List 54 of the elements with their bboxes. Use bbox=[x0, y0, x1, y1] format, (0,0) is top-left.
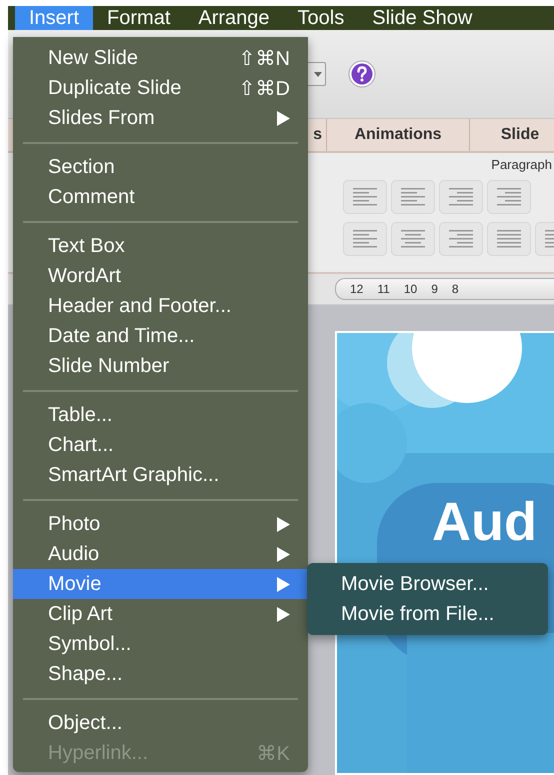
menu-bar-item[interactable]: Format bbox=[93, 6, 184, 30]
align-center-button[interactable] bbox=[391, 222, 435, 256]
menu-item[interactable]: Movie bbox=[13, 569, 308, 599]
indent-button[interactable] bbox=[487, 180, 531, 214]
help-icon[interactable] bbox=[348, 60, 376, 88]
align-icon bbox=[496, 229, 522, 249]
ruler-number: 12 bbox=[350, 282, 364, 296]
menu-item[interactable]: Symbol... bbox=[13, 629, 308, 659]
ruler-number: 11 bbox=[377, 282, 390, 296]
align-icon bbox=[448, 187, 474, 207]
align-icon bbox=[352, 187, 378, 207]
menu-item[interactable]: Header and Footer... bbox=[13, 291, 308, 321]
menu-bar-item[interactable]: Arrange bbox=[184, 6, 284, 30]
ruler-number: 8 bbox=[452, 282, 459, 296]
menu-item[interactable]: Shape... bbox=[13, 659, 308, 689]
menu-bar-item[interactable]: Slide Show bbox=[358, 6, 486, 30]
menu-item[interactable]: Table... bbox=[13, 400, 308, 430]
align-right-button[interactable] bbox=[439, 222, 483, 256]
ribbon-tab[interactable]: Slide bbox=[470, 119, 554, 151]
menu-item[interactable]: Movie from File... bbox=[307, 599, 548, 629]
ruler-number: 9 bbox=[431, 282, 438, 296]
menu-item[interactable]: Movie Browser... bbox=[307, 569, 548, 599]
menu-item[interactable]: New Slide ⇧⌘N bbox=[13, 43, 308, 73]
ribbon-tab[interactable]: Animations bbox=[327, 119, 470, 151]
align-left-button[interactable] bbox=[343, 222, 387, 256]
numbering-button[interactable] bbox=[391, 180, 435, 214]
align-icon bbox=[400, 187, 426, 207]
menu-item[interactable]: Photo bbox=[13, 509, 308, 539]
outdent-button[interactable] bbox=[439, 180, 483, 214]
align-icon bbox=[448, 229, 474, 249]
menu-item[interactable]: WordArt bbox=[13, 261, 308, 291]
menu-item[interactable]: Comment bbox=[13, 182, 308, 212]
menu-item[interactable]: Date and Time... bbox=[13, 321, 308, 351]
menu-item[interactable]: Duplicate Slide ⇧⌘D bbox=[13, 73, 308, 103]
menu-item[interactable]: Slide Number bbox=[13, 351, 308, 381]
align-icon bbox=[400, 229, 426, 249]
align-icon bbox=[496, 187, 522, 207]
group-label: Paragraph bbox=[491, 157, 553, 172]
menu-bar-item[interactable]: Insert bbox=[15, 6, 94, 30]
bullets-button[interactable] bbox=[343, 180, 387, 214]
menu-bar-item[interactable]: Tools bbox=[284, 6, 358, 30]
menu-item[interactable]: Chart... bbox=[13, 430, 308, 460]
menu-item[interactable]: Slides From bbox=[13, 103, 308, 133]
caret-icon bbox=[314, 72, 322, 76]
justify-button[interactable] bbox=[487, 222, 531, 256]
menu-item[interactable]: Text Box bbox=[13, 231, 308, 261]
menu-item[interactable]: Section bbox=[13, 152, 308, 182]
align-icon bbox=[352, 229, 378, 249]
slide-title: Aud bbox=[432, 491, 537, 553]
ruler-number: 10 bbox=[404, 282, 418, 296]
menu-item[interactable]: Clip Art bbox=[13, 599, 308, 629]
menu-item[interactable]: Object... bbox=[13, 708, 308, 738]
menu-item[interactable]: SmartArt Graphic... bbox=[13, 460, 308, 490]
menu-item[interactable]: Audio bbox=[13, 539, 308, 569]
